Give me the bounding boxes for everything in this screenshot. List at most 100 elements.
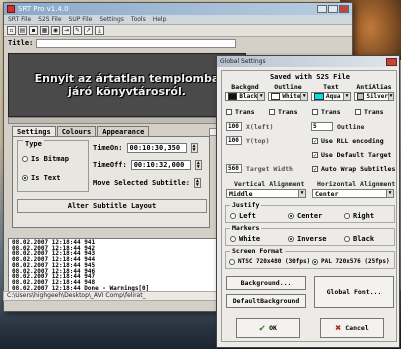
aqua-swatch [314, 93, 324, 100]
close-button[interactable] [339, 5, 349, 13]
menu-settings[interactable]: Settings [99, 16, 124, 23]
ok-button-label: OK [269, 324, 277, 332]
justify-center-radio[interactable] [288, 213, 294, 219]
backgnd-label: Backgnd [231, 83, 259, 91]
menu-bar: SRT File S2S File SUP File Settings Tool… [4, 15, 352, 25]
group-heading: Saved with S2S File [269, 73, 351, 81]
backgnd-color-value: Black [239, 93, 258, 100]
film-icon[interactable]: ▦ [40, 26, 49, 35]
justify-left-label: Left [239, 212, 256, 220]
chevron-down-icon: ▼ [257, 93, 264, 100]
dialog-titlebar[interactable]: Global Settings [217, 56, 399, 67]
text-color-label: Text [323, 83, 339, 91]
radio-is-bitmap[interactable] [22, 156, 28, 162]
time-off-input[interactable]: 00:10:32,000 [130, 160, 191, 170]
type-group: Type Is Bitmap Is Text [17, 140, 89, 192]
radio-is-text-label: Is Text [31, 174, 61, 182]
antialias-color-select[interactable]: Silver ▼ [354, 92, 394, 101]
menu-s2s-file[interactable]: S2S File [38, 16, 61, 23]
markers-group: Markers White Inverse Black [225, 224, 395, 246]
backgnd-color-select[interactable]: Black ▼ [225, 92, 265, 101]
menu-tools[interactable]: Tools [131, 16, 146, 23]
menu-sup-file[interactable]: SUP File [69, 16, 93, 23]
trans-antialias-checkbox[interactable]: Trans [355, 108, 384, 116]
outline-color-select[interactable]: White ▼ [268, 92, 308, 101]
title-label: Title: [8, 39, 34, 47]
use-default-target-checkbox[interactable]: ✓ Use Default Target [312, 151, 391, 159]
text-color-value: Aqua [326, 93, 341, 100]
trans-backgnd-checkbox[interactable]: Trans [226, 108, 255, 116]
cancel-button[interactable]: ✖ Cancel [320, 318, 384, 338]
black-swatch [228, 93, 238, 100]
subtitle-preview: Ennyit az ártatlan templomba járó könyvt… [8, 53, 246, 117]
justify-left-radio[interactable] [230, 213, 236, 219]
outline-width-input[interactable]: 5 [311, 122, 333, 131]
move-subtitle-spinner[interactable]: ▲ ▼ [193, 178, 201, 188]
use-rll-checkbox[interactable]: ✓ Use RLL encoding [312, 137, 384, 145]
outline-color-label: Outline [274, 83, 302, 91]
cancel-button-label: Cancel [345, 324, 369, 332]
save-icon[interactable]: ▪ [29, 26, 38, 35]
ntsc-radio[interactable] [229, 258, 235, 265]
log-output: 08.02.2007 12:18:44 941 08.02.2007 12:18… [8, 238, 248, 292]
title-input[interactable] [36, 38, 237, 48]
time-on-input[interactable]: 00:10:30,350 [126, 143, 187, 153]
alter-subtitle-layout-button[interactable]: Alter Subtitle Layout [17, 199, 207, 213]
ntsc-label: NTSC 720x480 (30fps) [238, 258, 311, 265]
x-left-input[interactable]: 100 [226, 122, 242, 131]
antialias-color-value: Silver [366, 93, 389, 100]
trans-text-checkbox[interactable]: Trans [312, 108, 341, 116]
default-background-button[interactable]: DefaultBackground [226, 294, 306, 308]
x-left-label: X(left) [246, 123, 274, 131]
menu-help[interactable]: Help [153, 16, 167, 23]
markers-black-radio[interactable] [344, 236, 350, 242]
global-settings-dialog: Global Settings Saved with S2S File Back… [216, 55, 400, 348]
text-color-select[interactable]: Aqua ▼ [311, 92, 351, 101]
type-group-label: Type [23, 140, 44, 148]
time-on-label: TimeOn: [93, 144, 123, 152]
preview-scrollbar[interactable] [8, 117, 246, 124]
dialog-close-button[interactable] [386, 57, 397, 66]
y-top-input[interactable]: 100 [226, 136, 242, 145]
export-icon[interactable]: ⇥ [62, 26, 71, 35]
horizontal-alignment-label: Horizontal Alignment [317, 180, 396, 188]
vertical-alignment-label: Vertical Alignment [234, 180, 305, 188]
cross-icon: ✖ [335, 322, 342, 334]
search-icon[interactable]: ◉ [51, 26, 60, 35]
justify-right-label: Right [353, 212, 375, 220]
horizontal-alignment-select[interactable]: Center ▼ [312, 189, 394, 198]
new-file-icon[interactable]: ▫ [7, 26, 16, 35]
time-off-spinner[interactable]: ▲ ▼ [194, 160, 202, 170]
screen-format-label: Screen Format [230, 247, 285, 255]
markers-black-label: Black [353, 235, 375, 243]
trans-outline-checkbox[interactable]: Trans [269, 108, 298, 116]
global-font-button[interactable]: Global Font... [314, 276, 394, 308]
markers-inverse-radio[interactable] [288, 236, 294, 242]
window-titlebar[interactable]: SRT Pro v1.4.0 [4, 3, 352, 15]
maximize-button[interactable] [328, 5, 338, 13]
pal-radio[interactable] [312, 258, 318, 265]
justify-right-radio[interactable] [344, 213, 350, 219]
tools-icon[interactable]: ✎ [73, 26, 82, 35]
background-button[interactable]: Background... [226, 276, 306, 290]
white-swatch [271, 93, 281, 100]
time-on-spinner[interactable]: ▲ ▼ [190, 143, 198, 153]
preview-subtitle-text: Ennyit az ártatlan templomba járó könyvt… [34, 72, 220, 98]
chevron-down-icon: ▼ [386, 190, 393, 197]
radio-is-text[interactable] [22, 175, 28, 181]
minimize-button[interactable] [317, 5, 327, 13]
target-width-input[interactable]: 560 [226, 164, 242, 173]
justify-label: Justify [230, 201, 262, 209]
open-file-icon[interactable]: ▤ [18, 26, 27, 35]
arrow-icon[interactable]: ↗ [84, 26, 93, 35]
checkmark-icon: ✔ [259, 322, 266, 334]
justify-group: Justify Left Center Right [225, 201, 395, 223]
menu-srt-file[interactable]: SRT File [8, 16, 31, 23]
auto-wrap-checkbox[interactable]: ✓ Auto Wrap Subtitles [312, 165, 395, 173]
radio-is-bitmap-label: Is Bitmap [31, 155, 69, 163]
vertical-alignment-select[interactable]: Middle ▼ [226, 189, 306, 198]
markers-white-radio[interactable] [230, 236, 236, 242]
screen-format-group: Screen Format NTSC 720x480 (30fps) PAL 7… [225, 247, 395, 269]
ok-button[interactable]: ✔ OK [236, 318, 300, 338]
download-icon[interactable]: ⤓ [95, 26, 104, 35]
